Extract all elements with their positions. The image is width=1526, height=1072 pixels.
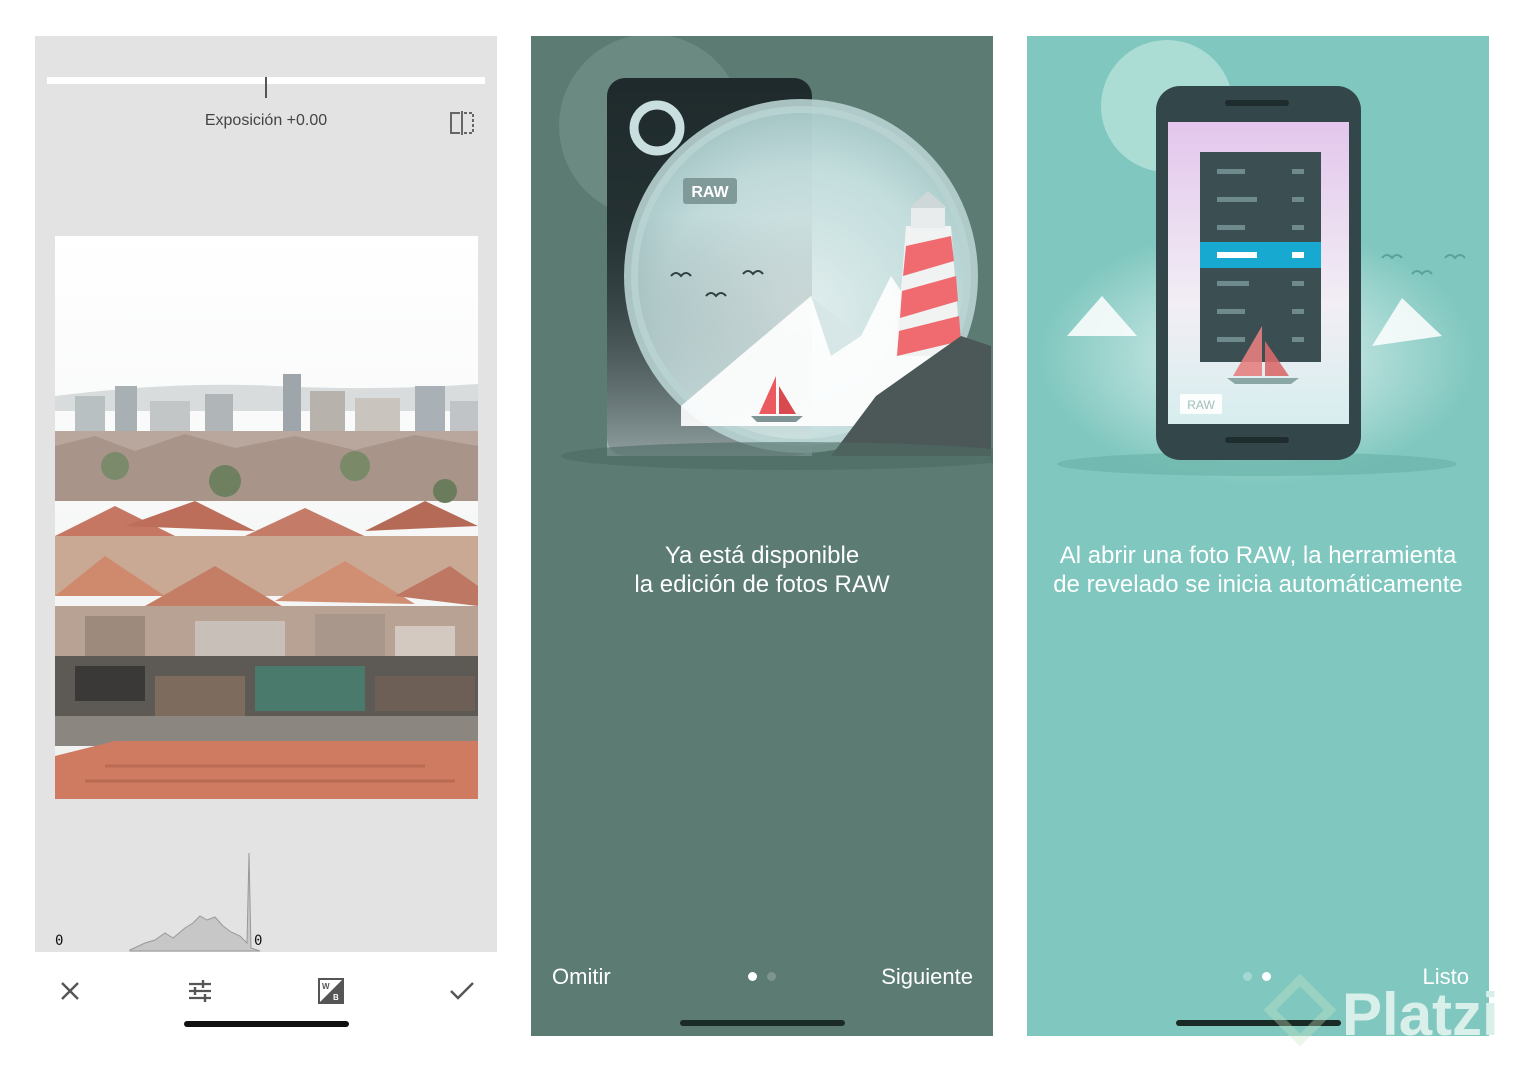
svg-text:W: W bbox=[322, 982, 330, 991]
raw-badge: RAW bbox=[1187, 398, 1215, 412]
message-line-2: de revelado se inicia automáticamente bbox=[1053, 571, 1463, 598]
watermark-text: Platzi bbox=[1342, 981, 1499, 1048]
message-line-1: Al abrir una foto RAW, la herramienta bbox=[1059, 542, 1457, 569]
raw-editor-screen: Exposición +0.00 0 0 W B bbox=[35, 36, 497, 1036]
compare-icon[interactable] bbox=[448, 110, 476, 136]
editor-toolbar: W B bbox=[35, 952, 497, 1036]
page-dot bbox=[767, 972, 776, 981]
home-indicator bbox=[184, 1021, 349, 1027]
page-dot bbox=[1243, 972, 1252, 981]
histogram-min-label: 0 bbox=[55, 933, 64, 949]
sliders-icon[interactable] bbox=[183, 974, 217, 1008]
exposure-slider-thumb[interactable] bbox=[265, 77, 267, 98]
white-balance-icon[interactable]: W B bbox=[314, 974, 348, 1008]
onboarding-screen-2: RAW Al abrir una foto RAW, la herramient… bbox=[1027, 36, 1489, 1036]
histogram-max-label: 0 bbox=[254, 933, 263, 949]
skip-button[interactable]: Omitir bbox=[552, 964, 611, 990]
onboarding-screen-1: RAW Ya está disponible la edición de fot… bbox=[531, 36, 993, 1036]
parameter-label: Exposición +0.00 bbox=[204, 112, 328, 129]
page-indicator bbox=[748, 972, 776, 981]
phone-illustration: RAW bbox=[1037, 40, 1477, 486]
raw-badge: RAW bbox=[691, 184, 729, 201]
histogram bbox=[129, 852, 261, 952]
onboarding-message: Ya está disponible la edición de fotos R… bbox=[531, 541, 993, 599]
svg-text:B: B bbox=[333, 993, 339, 1002]
next-button[interactable]: Siguiente bbox=[881, 964, 973, 990]
message-line-2: la edición de fotos RAW bbox=[634, 571, 890, 598]
onboarding-message: Al abrir una foto RAW, la herramienta de… bbox=[1027, 541, 1489, 599]
photo-preview bbox=[55, 236, 478, 799]
check-icon[interactable] bbox=[445, 974, 479, 1008]
close-icon[interactable] bbox=[53, 974, 87, 1008]
home-indicator bbox=[680, 1020, 845, 1026]
raw-illustration: RAW bbox=[559, 36, 993, 470]
message-line-1: Ya está disponible bbox=[664, 542, 860, 569]
page-dot-active bbox=[748, 972, 757, 981]
